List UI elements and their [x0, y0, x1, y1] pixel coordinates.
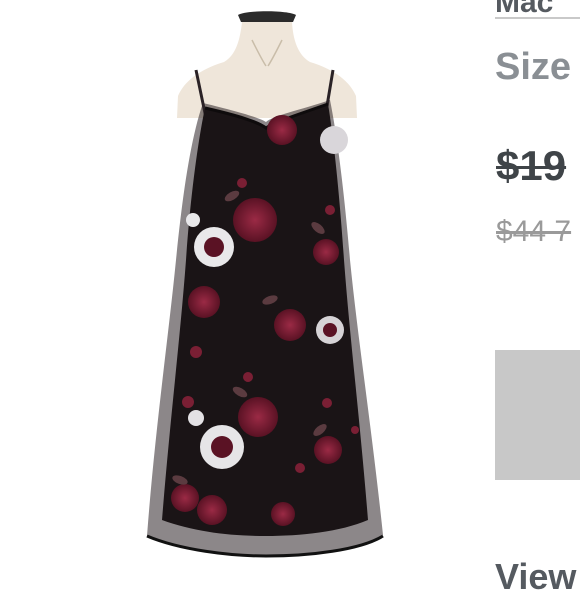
brand-divider [495, 17, 580, 19]
view-link[interactable]: View [495, 556, 576, 598]
retail-price: $44 7 [496, 215, 572, 248]
listing-price: $19 [496, 142, 567, 189]
size-label: Size [495, 46, 572, 88]
action-button[interactable] [495, 350, 580, 480]
dress-image [146, 11, 384, 558]
product-photo[interactable] [0, 0, 480, 580]
